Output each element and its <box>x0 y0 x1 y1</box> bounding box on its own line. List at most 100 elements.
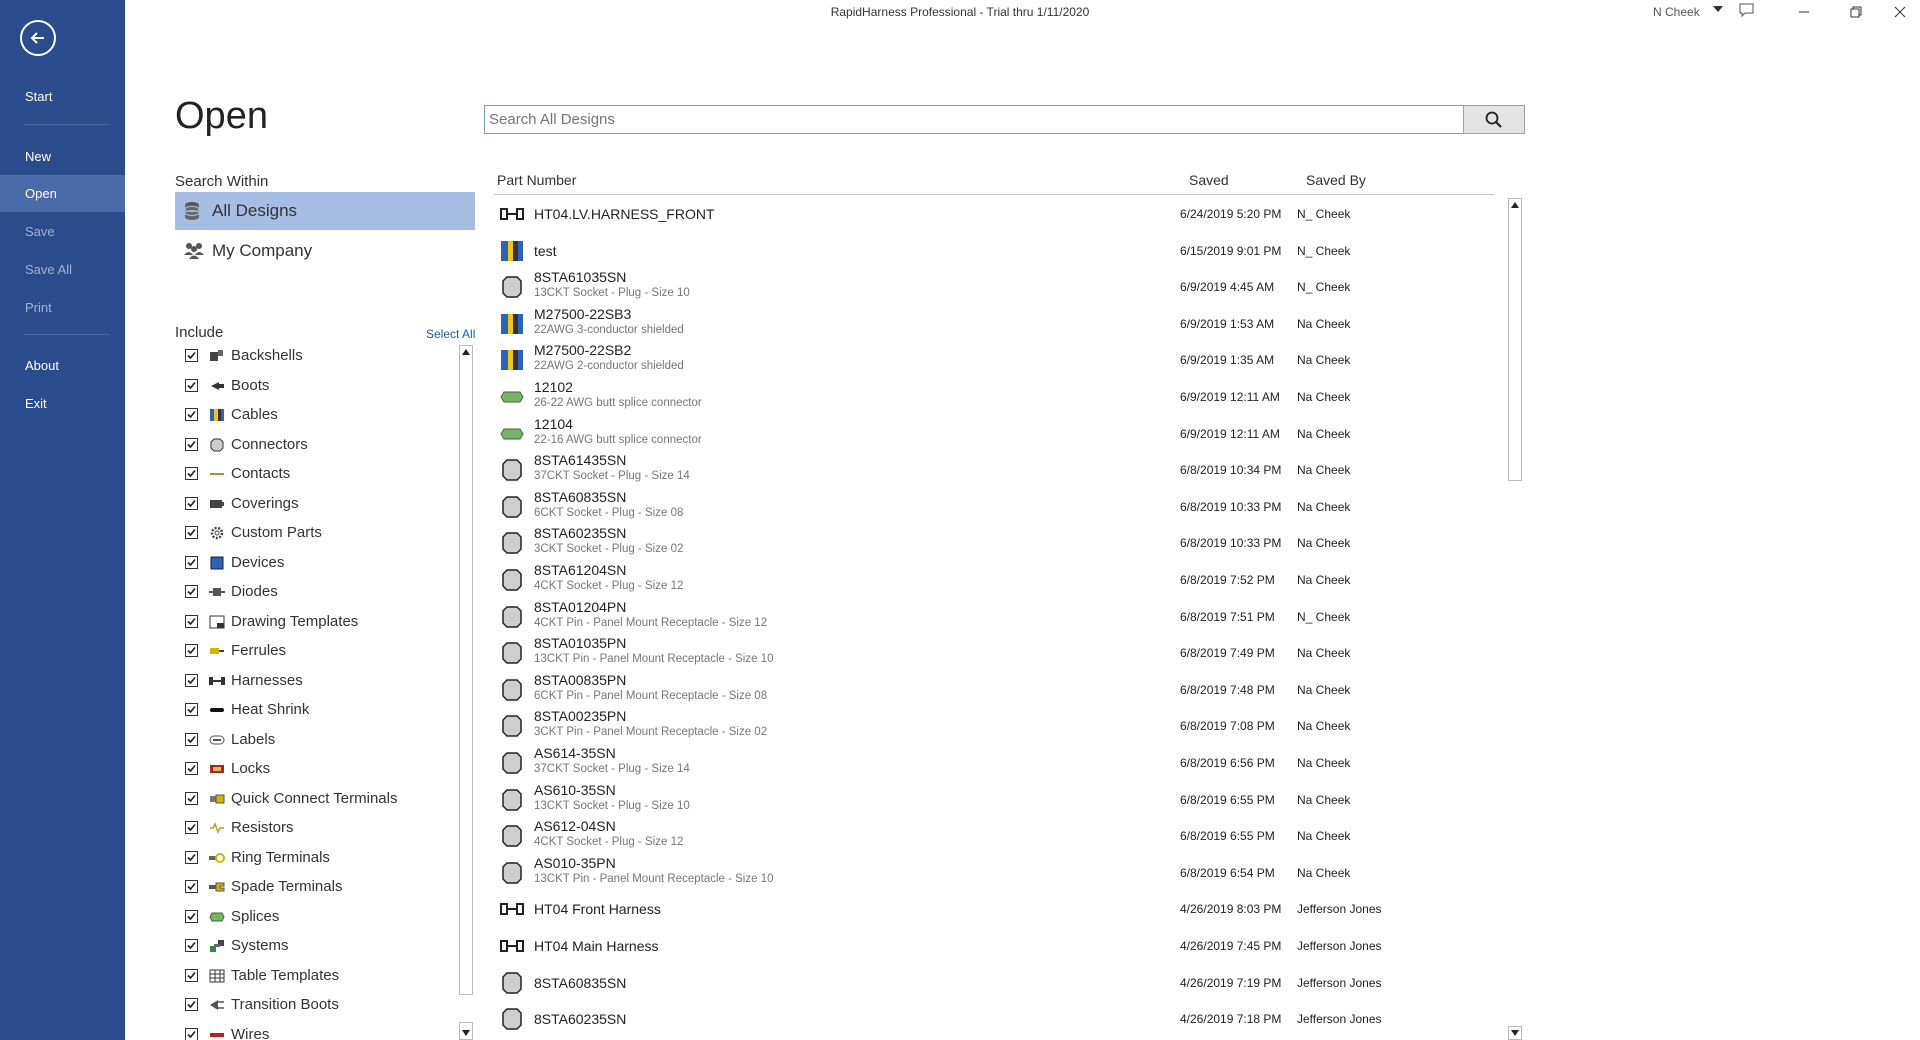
checkbox[interactable] <box>185 939 198 952</box>
checkbox[interactable] <box>185 526 198 539</box>
nav-new[interactable]: New <box>0 138 125 175</box>
table-row[interactable]: 8STA00835PN 6CKT Pin - Panel Mount Recept… <box>494 671 1494 707</box>
table-row[interactable]: 8STA60235SN 3CKT Socket - Plug - Size 02 6… <box>494 524 1494 560</box>
back-button[interactable] <box>20 20 56 56</box>
include-item[interactable]: Wires <box>175 1021 455 1040</box>
checkbox[interactable] <box>185 378 198 392</box>
include-item[interactable]: Diodes <box>175 578 455 607</box>
nav-save[interactable]: Save <box>0 213 125 250</box>
user-name[interactable]: N Cheek <box>1653 5 1700 19</box>
nav-exit[interactable]: Exit <box>0 385 125 422</box>
table-row[interactable]: AS612-04SN 4CKT Socket - Plug - Size 12 6/… <box>494 817 1494 853</box>
include-item[interactable]: Table Templates <box>175 962 455 991</box>
table-row[interactable]: 8STA00235PN 3CKT Pin - Panel Mount Recept… <box>494 707 1494 743</box>
include-scroll-down[interactable] <box>459 1022 473 1040</box>
include-item[interactable]: Resistors <box>175 814 455 843</box>
checkbox[interactable] <box>185 555 198 569</box>
include-item[interactable]: Systems <box>175 932 455 961</box>
include-item[interactable]: Spade Terminals <box>175 873 455 902</box>
checkbox[interactable] <box>185 673 198 687</box>
checkbox[interactable] <box>185 614 198 628</box>
include-item[interactable]: Drawing Templates <box>175 608 455 637</box>
minimize-button[interactable] <box>1784 0 1824 26</box>
checkbox[interactable] <box>185 968 198 982</box>
checkbox[interactable] <box>185 496 198 510</box>
scroll-up-icon[interactable] <box>462 349 470 355</box>
checkbox[interactable] <box>185 467 198 480</box>
checkbox[interactable] <box>185 732 198 746</box>
checkbox[interactable] <box>185 1027 198 1040</box>
results-scroll-down[interactable] <box>1508 1026 1522 1040</box>
include-item[interactable]: Devices <box>175 549 455 578</box>
table-row[interactable]: 8STA01035PN 13CKT Pin - Panel Mount Recep… <box>494 634 1494 670</box>
checkbox[interactable] <box>185 408 198 421</box>
column-header-saved-by[interactable]: Saved By <box>1306 172 1366 188</box>
scroll-up-icon[interactable] <box>1511 202 1519 208</box>
checkbox[interactable] <box>185 349 198 362</box>
checkbox[interactable] <box>185 821 198 834</box>
select-all-link[interactable]: Select All <box>426 327 475 341</box>
search-input[interactable] <box>485 106 1468 133</box>
checkbox[interactable] <box>185 762 198 775</box>
include-scrollbar[interactable] <box>459 345 473 995</box>
scroll-down-icon[interactable] <box>462 1030 470 1036</box>
table-row[interactable]: HT04.LV.HARNESS_FRONT 6/24/2019 5:20 PM N_… <box>494 195 1494 231</box>
close-button[interactable] <box>1880 0 1920 26</box>
checkbox[interactable] <box>185 880 198 893</box>
include-item[interactable]: Cables <box>175 401 455 430</box>
table-row[interactable]: 8STA61204SN 4CKT Socket - Plug - Size 12 6… <box>494 561 1494 597</box>
checkbox[interactable] <box>185 437 198 451</box>
search-button[interactable] <box>1463 105 1525 134</box>
table-row[interactable]: M27500-22SB2 22AWG 2-conductor shielded 6/… <box>494 341 1494 377</box>
table-row[interactable]: HT04 Front Harness 4/26/2019 8:03 PM Jeffe… <box>494 890 1494 926</box>
table-row[interactable]: 8STA61435SN 37CKT Socket - Plug - Size 14… <box>494 451 1494 487</box>
include-item[interactable]: Ferrules <box>175 637 455 666</box>
results-scrollbar[interactable] <box>1508 198 1522 481</box>
column-header-saved[interactable]: Saved <box>1189 172 1229 188</box>
table-row[interactable]: AS614-35SN 37CKT Socket - Plug - Size 14 6… <box>494 744 1494 780</box>
table-row[interactable]: test 6/15/2019 9:01 PM N_ Cheek <box>494 232 1494 268</box>
table-row[interactable]: 8STA60835SN 6CKT Socket - Plug - Size 08 6… <box>494 488 1494 524</box>
table-row[interactable]: AS610-35SN 13CKT Socket - Plug - Size 10 6… <box>494 781 1494 817</box>
checkbox[interactable] <box>185 791 198 805</box>
include-item[interactable]: Harnesses <box>175 667 455 696</box>
include-item[interactable]: Splices <box>175 903 455 932</box>
table-row[interactable]: M27500-22SB3 22AWG 3-conductor shielded 6/… <box>494 305 1494 341</box>
include-item[interactable]: Transition Boots <box>175 991 455 1020</box>
table-row[interactable]: 8STA60835SN 4/26/2019 7:19 PM Jefferson Jo… <box>494 964 1494 1000</box>
include-item[interactable]: Locks <box>175 755 455 784</box>
include-item[interactable]: Quick Connect Terminals <box>175 785 455 814</box>
nav-about[interactable]: About <box>0 347 125 384</box>
user-dropdown-icon[interactable] <box>1713 6 1723 12</box>
search-within-all-designs[interactable]: All Designs <box>175 192 475 230</box>
checkbox[interactable] <box>185 850 198 864</box>
table-row[interactable]: 12102 26-22 AWG butt splice connector 6/9/… <box>494 378 1494 414</box>
nav-start[interactable]: Start <box>0 78 125 115</box>
include-item[interactable]: Connectors <box>175 431 455 460</box>
checkbox[interactable] <box>185 998 198 1011</box>
checkbox[interactable] <box>185 909 198 923</box>
include-item[interactable]: Coverings <box>175 490 455 519</box>
include-item[interactable]: Labels <box>175 726 455 755</box>
include-item[interactable]: Contacts <box>175 460 455 489</box>
include-item[interactable]: Backshells <box>175 342 455 371</box>
table-row[interactable]: 12104 22-16 AWG butt splice connector 6/9/… <box>494 415 1494 451</box>
include-item[interactable]: Ring Terminals <box>175 844 455 873</box>
feedback-button[interactable] <box>1726 0 1766 26</box>
table-row[interactable]: AS010-35PN 13CKT Pin - Panel Mount Recept… <box>494 854 1494 890</box>
include-item[interactable]: Heat Shrink <box>175 696 455 725</box>
checkbox[interactable] <box>185 703 198 716</box>
include-item[interactable]: Custom Parts <box>175 519 455 548</box>
scroll-down-icon[interactable] <box>1511 1030 1519 1036</box>
search-within-my-company[interactable]: My Company <box>175 232 475 270</box>
include-item[interactable]: Boots <box>175 372 455 401</box>
nav-open[interactable]: Open <box>0 175 125 212</box>
checkbox[interactable] <box>185 585 198 598</box>
nav-print[interactable]: Print <box>0 289 125 326</box>
restore-button[interactable] <box>1836 0 1876 26</box>
table-row[interactable]: 8STA01204PN 4CKT Pin - Panel Mount Recept… <box>494 598 1494 634</box>
table-row[interactable]: 8STA61035SN 13CKT Socket - Plug - Size 10… <box>494 268 1494 304</box>
checkbox[interactable] <box>185 644 198 657</box>
nav-save-all[interactable]: Save All <box>0 251 125 288</box>
column-header-part-number[interactable]: Part Number <box>497 172 576 188</box>
